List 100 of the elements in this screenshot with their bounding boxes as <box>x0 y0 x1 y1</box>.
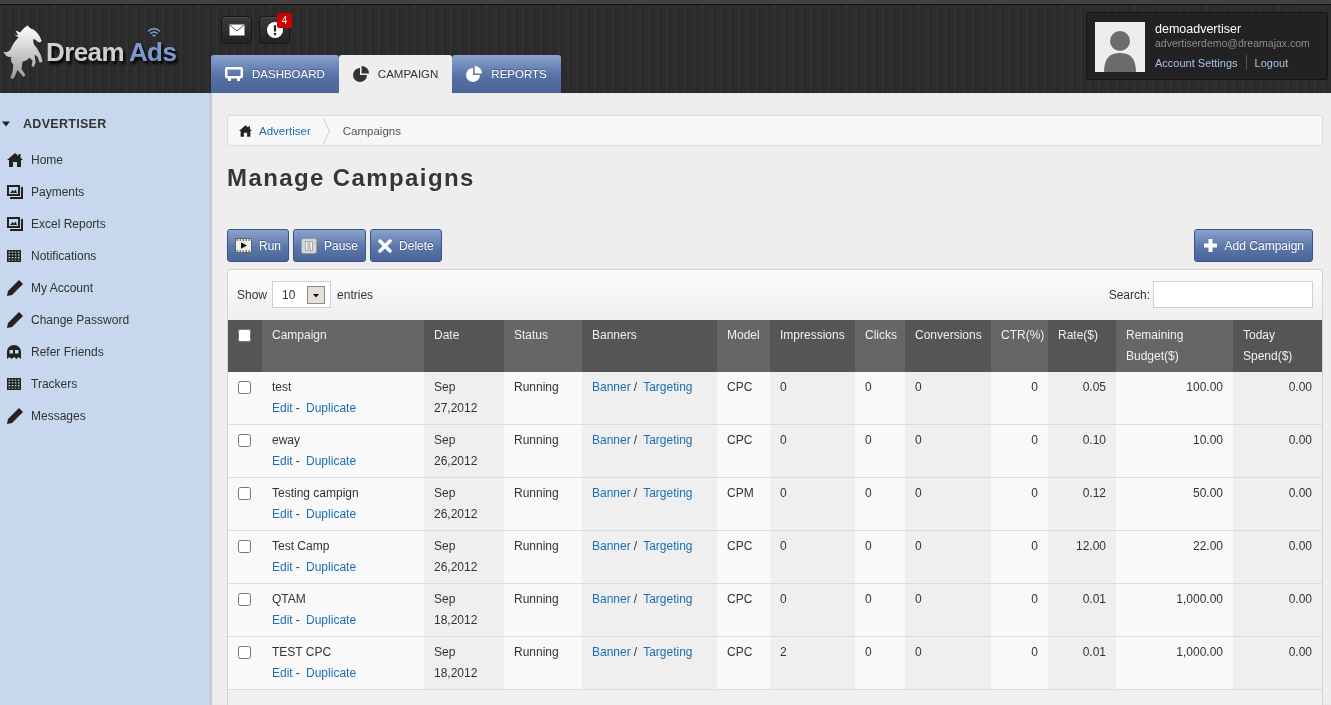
table-cell: CPC <box>717 372 770 425</box>
banner-link[interactable]: Banner <box>592 539 631 553</box>
breadcrumb-link[interactable]: Advertiser <box>259 124 311 137</box>
action-button[interactable]: Delete <box>370 229 442 262</box>
pie-chart-icon <box>352 66 369 82</box>
link-separator: / <box>633 645 638 659</box>
pie-chart-icon <box>466 66 483 82</box>
action-button[interactable]: Run <box>227 229 289 262</box>
row-checkbox[interactable] <box>238 540 251 553</box>
table-cell: 0 <box>991 530 1048 584</box>
duplicate-link[interactable]: Duplicate <box>306 613 357 627</box>
duplicate-link[interactable]: Duplicate <box>306 507 357 521</box>
mail-button[interactable] <box>221 16 252 44</box>
link-separator: - <box>295 560 300 574</box>
add-campaign-button[interactable]: Add Campaign <box>1193 229 1313 262</box>
logo-text: Dream <box>46 36 124 67</box>
duplicate-link[interactable]: Duplicate <box>306 401 357 415</box>
row-checkbox[interactable] <box>238 487 251 500</box>
action-button[interactable]: Pause <box>293 229 367 262</box>
campaign-name: Test Camp <box>272 538 331 555</box>
nav-tab[interactable]: CAMPAIGN <box>338 55 453 93</box>
table-cell: 0.00 <box>1233 372 1322 425</box>
sidebar-item[interactable]: Notifications <box>0 240 210 272</box>
table-cell: 0 <box>991 372 1048 425</box>
column-header: Conversions <box>905 320 991 372</box>
edit-link[interactable]: Edit <box>272 666 293 680</box>
table-cell: 0.01 <box>1048 583 1116 637</box>
duplicate-link[interactable]: Duplicate <box>306 560 357 574</box>
banner-link[interactable]: Banner <box>592 433 631 447</box>
account-settings-link[interactable]: Account Settings <box>1155 55 1238 70</box>
table-cell: 0 <box>991 583 1048 637</box>
table-cell: CPC <box>717 530 770 584</box>
nav-tab[interactable]: REPORTS <box>452 55 561 93</box>
logout-link[interactable]: Logout <box>1254 55 1289 70</box>
search-field[interactable] <box>1153 281 1313 308</box>
plus-icon <box>1202 238 1218 253</box>
banner-link[interactable]: Banner <box>592 486 631 500</box>
row-checkbox[interactable] <box>238 381 251 394</box>
table-cell: CPM <box>717 477 770 531</box>
sidebar-item[interactable]: Payments <box>0 176 210 208</box>
select-all-checkbox[interactable] <box>238 329 251 342</box>
link-separator: - <box>295 666 300 680</box>
targeting-link[interactable]: Targeting <box>643 380 693 394</box>
edit-link[interactable]: Edit <box>272 507 293 521</box>
sidebar-item[interactable]: Refer Friends <box>0 336 210 368</box>
duplicate-link[interactable]: Duplicate <box>306 454 357 468</box>
edit-link[interactable]: Edit <box>272 560 293 574</box>
edit-link[interactable]: Edit <box>272 613 293 627</box>
table-cell: 0.00 <box>1233 530 1322 584</box>
table-cell: 0 <box>770 477 855 531</box>
column-header: Date <box>424 320 504 372</box>
targeting-link[interactable]: Targeting <box>643 592 693 606</box>
sidebar-section-header[interactable]: ADVERTISER <box>0 108 107 140</box>
table-cell: Running <box>504 372 582 425</box>
monitor-icon <box>225 67 243 81</box>
banner-link[interactable]: Banner <box>592 380 631 394</box>
pencil-icon <box>7 312 23 328</box>
table-cell: 0 <box>991 477 1048 531</box>
pause-icon <box>301 237 317 254</box>
sidebar-item[interactable]: Change Password <box>0 304 210 336</box>
table-cell: 0.10 <box>1048 424 1116 478</box>
table-cell: 0.00 <box>1233 636 1322 690</box>
table-cell: 22.00 <box>1116 530 1233 584</box>
duplicate-link[interactable]: Duplicate <box>306 666 357 680</box>
row-checkbox[interactable] <box>238 646 251 659</box>
table-cell: 0 <box>855 424 905 478</box>
table-cell: 2 <box>770 636 855 690</box>
link-separator: - <box>295 454 300 468</box>
targeting-link[interactable]: Targeting <box>643 645 693 659</box>
show-label: Show <box>237 287 268 302</box>
ghost-icon <box>7 345 21 359</box>
table-cell: Sep 26,2012 <box>424 530 504 584</box>
edit-link[interactable]: Edit <box>272 454 293 468</box>
logo-text: Ads <box>128 36 177 67</box>
table-cell: CPC <box>717 424 770 478</box>
sidebar-item[interactable]: Home <box>0 144 210 176</box>
page-size-select[interactable]: 10 <box>272 281 332 308</box>
table-cell: Sep 26,2012 <box>424 424 504 478</box>
sidebar-item[interactable]: Excel Reports <box>0 208 210 240</box>
column-header: Status <box>504 320 582 372</box>
banner-link[interactable]: Banner <box>592 645 631 659</box>
table-cell: 0 <box>991 636 1048 690</box>
sidebar-item[interactable]: Messages <box>0 400 210 432</box>
column-header: Banners <box>582 320 717 372</box>
nav-tab[interactable]: DASHBOARD <box>211 55 339 93</box>
banner-link[interactable]: Banner <box>592 592 631 606</box>
notification-badge: 4 <box>277 13 292 28</box>
edit-link[interactable]: Edit <box>272 401 293 415</box>
targeting-link[interactable]: Targeting <box>643 433 693 447</box>
row-checkbox[interactable] <box>238 434 251 447</box>
link-separator: / <box>633 592 638 606</box>
sidebar-item[interactable]: My Account <box>0 272 210 304</box>
table-cell: 0 <box>905 424 991 478</box>
targeting-link[interactable]: Targeting <box>643 539 693 553</box>
row-checkbox[interactable] <box>238 593 251 606</box>
table-cell: Running <box>504 636 582 690</box>
grid-icon <box>7 250 21 262</box>
sidebar-item[interactable]: Trackers <box>0 368 210 400</box>
table-cell: 10.00 <box>1116 424 1233 478</box>
targeting-link[interactable]: Targeting <box>643 486 693 500</box>
